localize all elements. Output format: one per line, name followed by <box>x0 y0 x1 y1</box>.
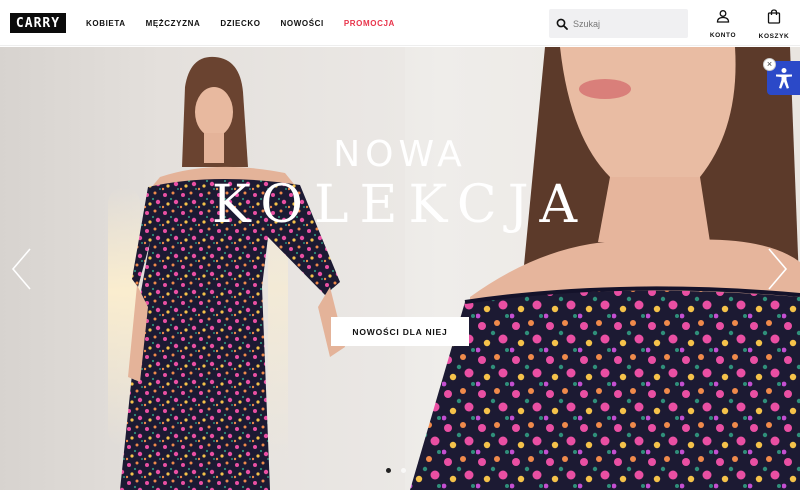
slider-dots <box>386 468 406 473</box>
search-input[interactable] <box>573 18 683 29</box>
nav-item-promocja[interactable]: PROMOCJA <box>344 19 395 28</box>
close-accessibility-icon[interactable]: × <box>763 58 776 71</box>
slide-dot-1[interactable] <box>386 468 391 473</box>
slide-dot-2[interactable] <box>401 468 406 473</box>
search-icon[interactable] <box>555 17 569 31</box>
nav-item-dziecko[interactable]: DZIECKO <box>220 19 260 28</box>
carry-logo[interactable]: CARRY <box>10 13 66 33</box>
next-slide-button[interactable] <box>765 247 789 291</box>
hero-headline-line2: KOLEKCJA <box>211 175 589 235</box>
accessibility-icon <box>775 68 792 89</box>
model-full-length-image <box>120 47 800 490</box>
nav-item-kobieta[interactable]: KOBIETA <box>86 19 126 28</box>
nav-item-mezczyzna[interactable]: MĘŻCZYZNA <box>146 19 201 28</box>
previous-slide-button[interactable] <box>10 247 34 291</box>
shopping-bag-icon <box>767 9 781 29</box>
main-nav: KOBIETA MĘŻCZYZNA DZIECKO NOWOŚCI PROMOC… <box>86 0 415 46</box>
chevron-right-icon <box>768 248 788 290</box>
site-header: CARRY KOBIETA MĘŻCZYZNA DZIECKO NOWOŚCI … <box>0 0 800 46</box>
search-box <box>549 9 688 38</box>
cart-label: KOSZYK <box>758 33 790 40</box>
account-label: KONTO <box>709 32 737 39</box>
nav-item-nowosci[interactable]: NOWOŚCI <box>281 19 324 28</box>
new-for-her-button[interactable]: NOWOŚCI DLA NIEJ <box>331 317 469 346</box>
hero-headline-line1: NOWA <box>333 134 467 175</box>
chevron-left-icon <box>11 248 31 290</box>
account-button[interactable]: KONTO <box>703 9 743 39</box>
hero-banner: NOWA KOLEKCJA NOWOŚCI DLA NIEJ <box>0 47 800 490</box>
user-icon <box>716 9 730 28</box>
cart-button[interactable]: KOSZYK <box>754 9 794 40</box>
page-bottom-strip <box>0 490 800 500</box>
